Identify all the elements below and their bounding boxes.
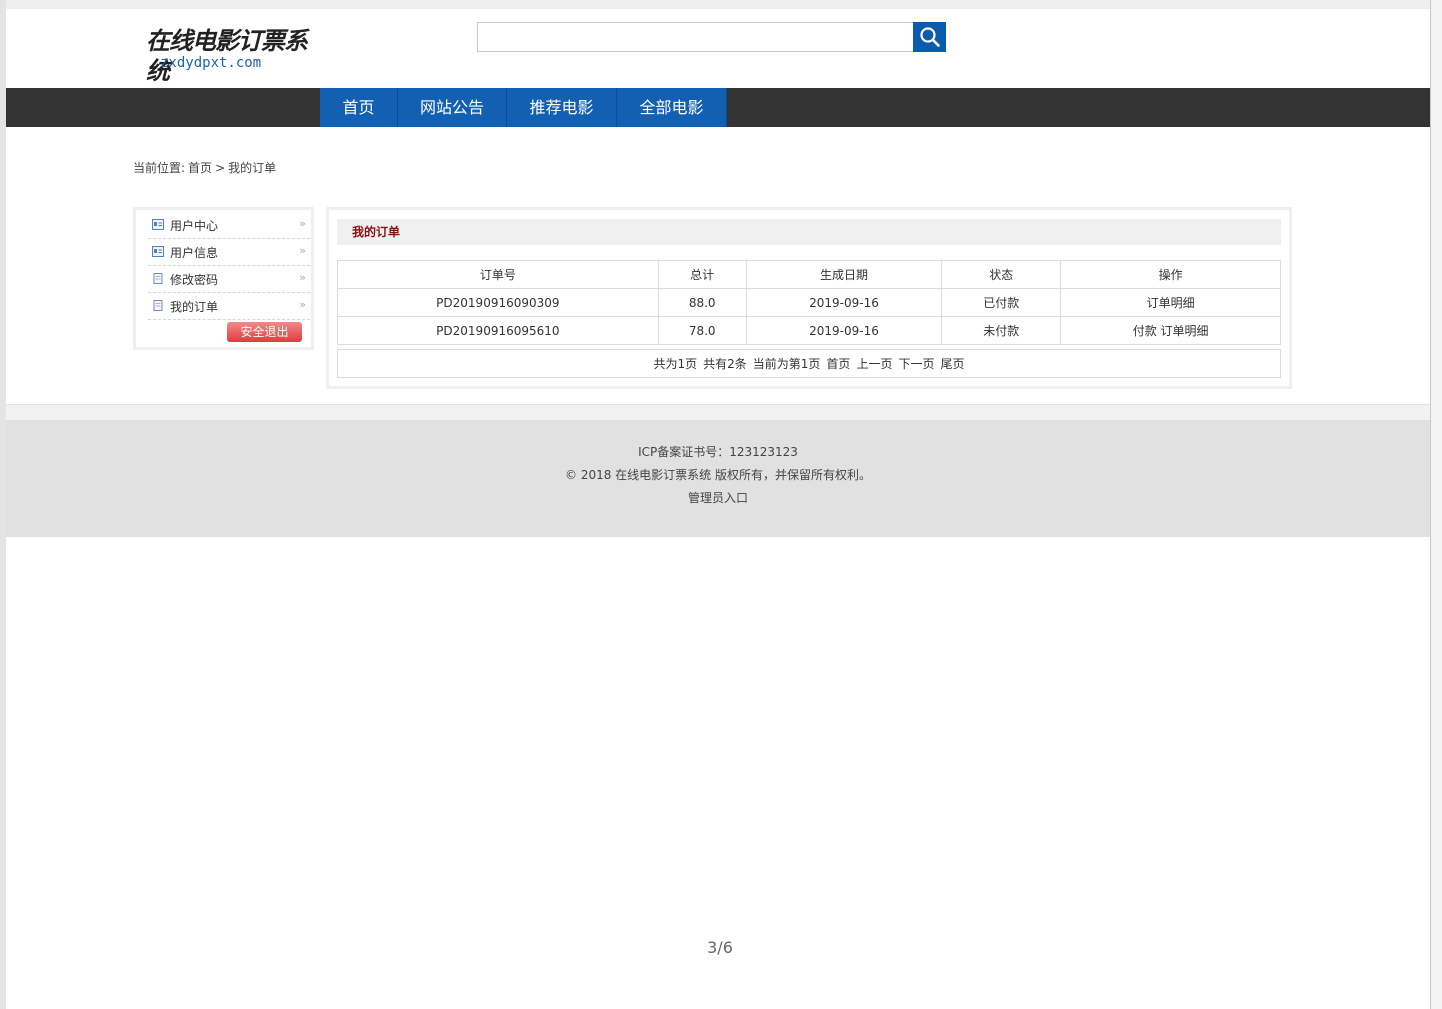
orders-panel-title: 我的订单	[352, 225, 401, 239]
orders-panel-header: 我的订单	[337, 219, 1281, 245]
order-status: 已付款	[941, 288, 1062, 317]
user-sidebar: 用户中心 » 用户信息 » 修改密码 » 我的订单 » 安全退出	[133, 207, 314, 350]
logo-domain: zxdydpxt.com	[160, 55, 262, 71]
column-header-status: 状态	[941, 260, 1062, 289]
order-date: 2019-09-16	[745, 288, 943, 317]
breadcrumb-separator: >	[215, 161, 226, 175]
nav-item-recommended-movies[interactable]: 推荐电影	[507, 88, 617, 127]
pagination: 共为1页 共有2条 当前为第1页 首页 上一页 下一页 尾页	[337, 349, 1281, 378]
main-nav: 首页 网站公告 推荐电影 全部电影	[6, 88, 1430, 127]
search-input[interactable]	[477, 22, 914, 52]
nav-item-announcements[interactable]: 网站公告	[398, 88, 507, 127]
pagination-total-items: 共有2条	[703, 357, 747, 371]
order-date: 2019-09-16	[745, 316, 943, 345]
chevron-right-icon: »	[299, 217, 306, 230]
user-card-icon	[152, 219, 164, 230]
order-status: 未付款	[941, 316, 1062, 345]
order-detail-link[interactable]: 订单明细	[1147, 296, 1195, 310]
admin-entry-link[interactable]: 管理员入口	[688, 491, 748, 505]
pagination-total-pages: 共为1页	[653, 357, 698, 371]
order-number: PD20190916095610	[337, 316, 659, 345]
pagination-prev-link[interactable]: 上一页	[856, 355, 892, 372]
chevron-right-icon: »	[299, 298, 306, 311]
breadcrumb-prefix: 当前位置:	[133, 161, 186, 175]
pagination-current: 当前为第1页	[752, 357, 821, 371]
window-edge	[1430, 0, 1442, 1009]
pagination-last-link[interactable]: 尾页	[940, 355, 964, 372]
document-icon	[153, 273, 163, 284]
table-header-row: 订单号 总计 生成日期 状态 操作	[337, 260, 1281, 289]
pagination-first-link[interactable]: 首页	[826, 355, 850, 372]
top-strip	[6, 0, 1430, 9]
order-number: PD20190916090309	[337, 288, 659, 317]
site-logo[interactable]: 在线电影订票系统 zxdydpxt.com	[146, 26, 316, 85]
breadcrumb-home-link[interactable]: 首页	[188, 161, 212, 175]
table-row: PD20190916090309 88.0 2019-09-16 已付款 订单明…	[337, 288, 1281, 317]
sidebar-item-user-info[interactable]: 用户信息 »	[148, 240, 310, 266]
footer-admin-link: 管理员入口	[6, 490, 1430, 506]
orders-table: 订单号 总计 生成日期 状态 操作 PD20190916090309 88.0 …	[337, 260, 1281, 345]
breadcrumb-current: 我的订单	[228, 161, 277, 175]
sidebar-item-label: 我的订单	[170, 300, 219, 314]
document-icon	[153, 300, 163, 311]
sidebar-item-my-orders[interactable]: 我的订单 »	[148, 294, 310, 320]
breadcrumb: 当前位置: 首页 > 我的订单	[133, 160, 279, 176]
order-actions: 订单明细	[1060, 288, 1281, 317]
column-header-date: 生成日期	[745, 260, 943, 289]
column-header-order-no: 订单号	[337, 260, 659, 289]
page-indicator: 3/6	[707, 938, 733, 957]
nav-item-all-movies[interactable]: 全部电影	[617, 88, 727, 127]
column-header-total: 总计	[657, 260, 747, 289]
chevron-right-icon: »	[299, 244, 306, 257]
order-total: 88.0	[657, 288, 747, 317]
order-total: 78.0	[657, 316, 747, 345]
sidebar-item-label: 用户中心	[170, 219, 219, 233]
sidebar-item-label: 修改密码	[170, 273, 219, 287]
pay-link[interactable]: 付款	[1133, 324, 1157, 338]
search-icon	[919, 27, 940, 47]
nav-item-home[interactable]: 首页	[320, 88, 398, 127]
chevron-right-icon: »	[299, 271, 306, 284]
footer-icp: ICP备案证书号：123123123	[638, 445, 798, 459]
column-header-actions: 操作	[1060, 260, 1281, 289]
sidebar-item-change-password[interactable]: 修改密码 »	[148, 267, 310, 293]
pagination-next-link[interactable]: 下一页	[898, 355, 934, 372]
order-actions: 付款 订单明细	[1060, 316, 1281, 345]
footer-divider	[6, 404, 1430, 421]
orders-panel: 我的订单 订单号 总计 生成日期 状态 操作 PD20190916090309 …	[326, 207, 1292, 389]
footer: ICP备案证书号：123123123 © 2018 在线电影订票系统 版权所有，…	[6, 420, 1430, 537]
page: 在线电影订票系统 zxdydpxt.com 首页 网站公告 推荐电影 全部电影 …	[6, 0, 1430, 1009]
footer-copyright: © 2018 在线电影订票系统 版权所有，并保留所有权利。	[565, 468, 871, 482]
sidebar-item-label: 用户信息	[170, 246, 219, 260]
table-row: PD20190916095610 78.0 2019-09-16 未付款 付款 …	[337, 316, 1281, 345]
logout-button[interactable]: 安全退出	[227, 322, 302, 342]
sidebar-item-user-center[interactable]: 用户中心 »	[148, 213, 310, 239]
order-detail-link[interactable]: 订单明细	[1161, 324, 1209, 338]
search-button[interactable]	[913, 22, 946, 52]
user-card-icon	[152, 246, 164, 257]
